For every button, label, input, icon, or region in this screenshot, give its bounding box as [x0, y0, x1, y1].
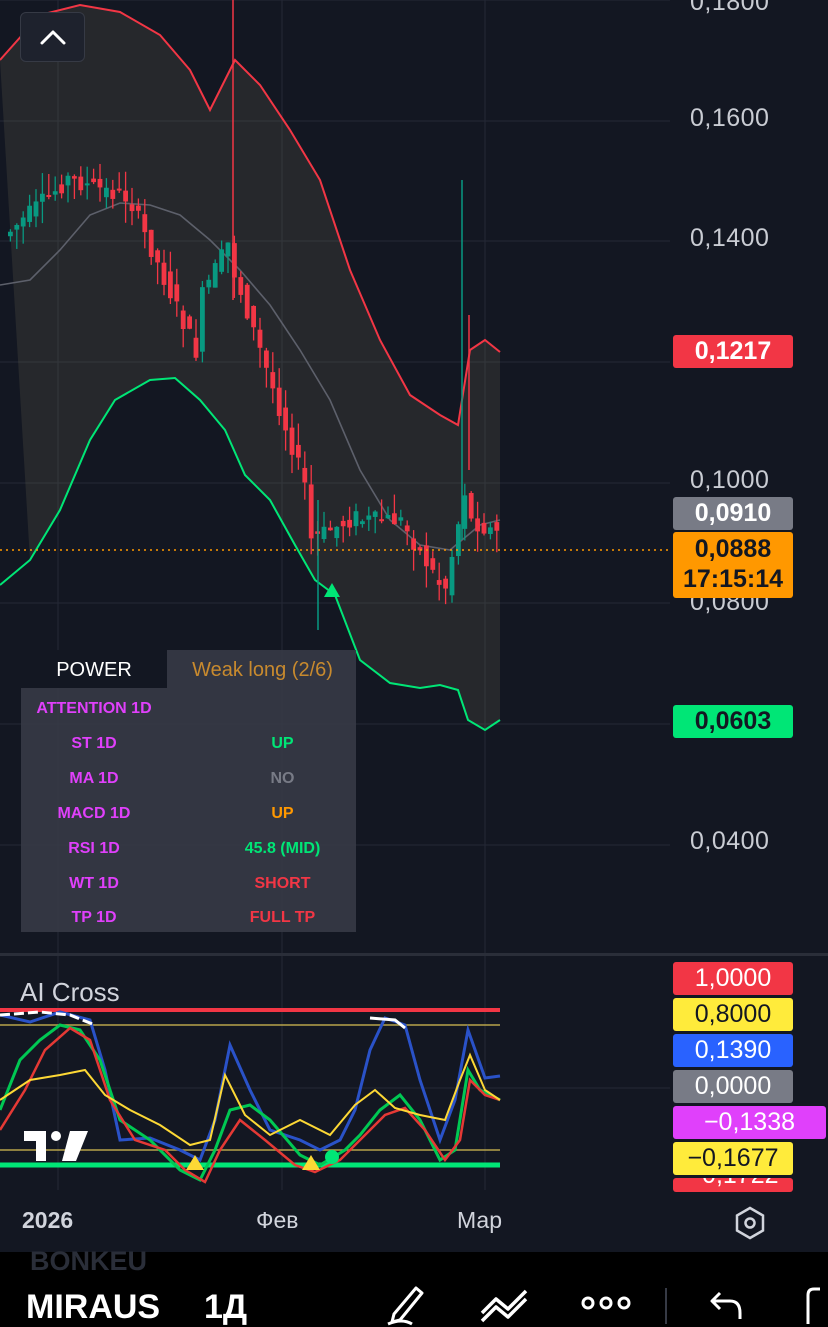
symbol-button[interactable]: MIRAUS: [26, 1288, 160, 1327]
last-price-badge: 0,0888 17:15:14: [673, 532, 793, 598]
more-dots-icon: [581, 1296, 631, 1310]
last-price-value: 0,0888: [694, 535, 772, 563]
osc-badge: −0,1677: [673, 1142, 793, 1175]
power-row-label: WT 1D: [69, 875, 119, 892]
indicator-title[interactable]: AI Cross: [20, 977, 120, 1008]
candle: [449, 549, 455, 603]
osc-badge: 0,0000: [673, 1070, 793, 1103]
power-row-value: SHORT: [254, 875, 311, 892]
osc-badge: 1,0000: [673, 962, 793, 995]
osc-badge: −0,1722: [673, 1178, 793, 1192]
time-tick: Фев: [256, 1207, 299, 1233]
toolbar-separator: [665, 1288, 667, 1324]
power-row-value: UP: [271, 735, 294, 752]
power-row-label: MA 1D: [69, 770, 119, 787]
undo-button[interactable]: [698, 1280, 754, 1326]
power-row-label: RSI 1D: [68, 840, 120, 857]
price-tick: 0,1000: [690, 466, 770, 494]
candle: [212, 259, 218, 288]
bar-countdown: 17:15:14: [682, 565, 784, 593]
undo-icon: [710, 1291, 742, 1319]
candle: [244, 282, 250, 320]
power-row-label: ATTENTION 1D: [36, 700, 152, 717]
osc-badge: 0,1390: [673, 1034, 793, 1067]
secondary-symbol: BONKEU: [30, 1246, 148, 1276]
power-row-value: 45.8 (MID): [244, 840, 321, 857]
power-status: Weak long (2/6): [192, 659, 333, 681]
power-row-label: MACD 1D: [57, 805, 131, 822]
price-tick: 0,0400: [690, 827, 770, 855]
power-row-label: ST 1D: [71, 735, 117, 752]
more-button[interactable]: [578, 1280, 634, 1326]
candle: [468, 491, 474, 522]
candle: [187, 314, 192, 330]
osc-dot-marker: [325, 1150, 339, 1164]
upper-band-badge: 0,1217: [673, 335, 793, 368]
interval-button[interactable]: 1Д: [204, 1288, 247, 1327]
pane-divider[interactable]: [0, 953, 828, 956]
power-title: POWER: [56, 659, 132, 681]
price-tick: 0,1800: [690, 0, 770, 16]
fullscreen-icon[interactable]: [804, 1286, 828, 1327]
drawing-tool-button[interactable]: [378, 1280, 434, 1326]
osc-white-line: [369, 1016, 406, 1030]
power-row-value: UP: [271, 805, 294, 822]
price-tick: 0,1600: [690, 104, 770, 132]
osc-badge: −0,1338: [673, 1106, 826, 1139]
middle-band-badge: 0,0910: [673, 497, 793, 530]
collapse-button[interactable]: [20, 12, 85, 62]
chevron-up-icon: [40, 30, 65, 45]
pencil-icon: [387, 1286, 424, 1326]
band-fill: [0, 5, 500, 730]
time-tick: 2026: [22, 1207, 74, 1233]
power-row-label: TP 1D: [71, 909, 117, 926]
tradingview-logo: [24, 1131, 88, 1161]
settings-hexagon-icon[interactable]: [733, 1206, 767, 1240]
time-tick: Мар: [457, 1207, 503, 1233]
power-row-value: FULL TP: [249, 909, 316, 926]
lower-band-badge: 0,0603: [673, 705, 793, 738]
power-row-value: NO: [270, 770, 295, 787]
power-table: POWER Weak long (2/6) ATTENTION 1D ST 1D…: [21, 650, 356, 932]
trend-line-icon: [480, 1289, 528, 1323]
price-tick: 0,1400: [690, 224, 770, 252]
trend-line-button[interactable]: [476, 1280, 532, 1326]
candle: [200, 280, 205, 363]
osc-badge: 0,8000: [673, 998, 793, 1031]
